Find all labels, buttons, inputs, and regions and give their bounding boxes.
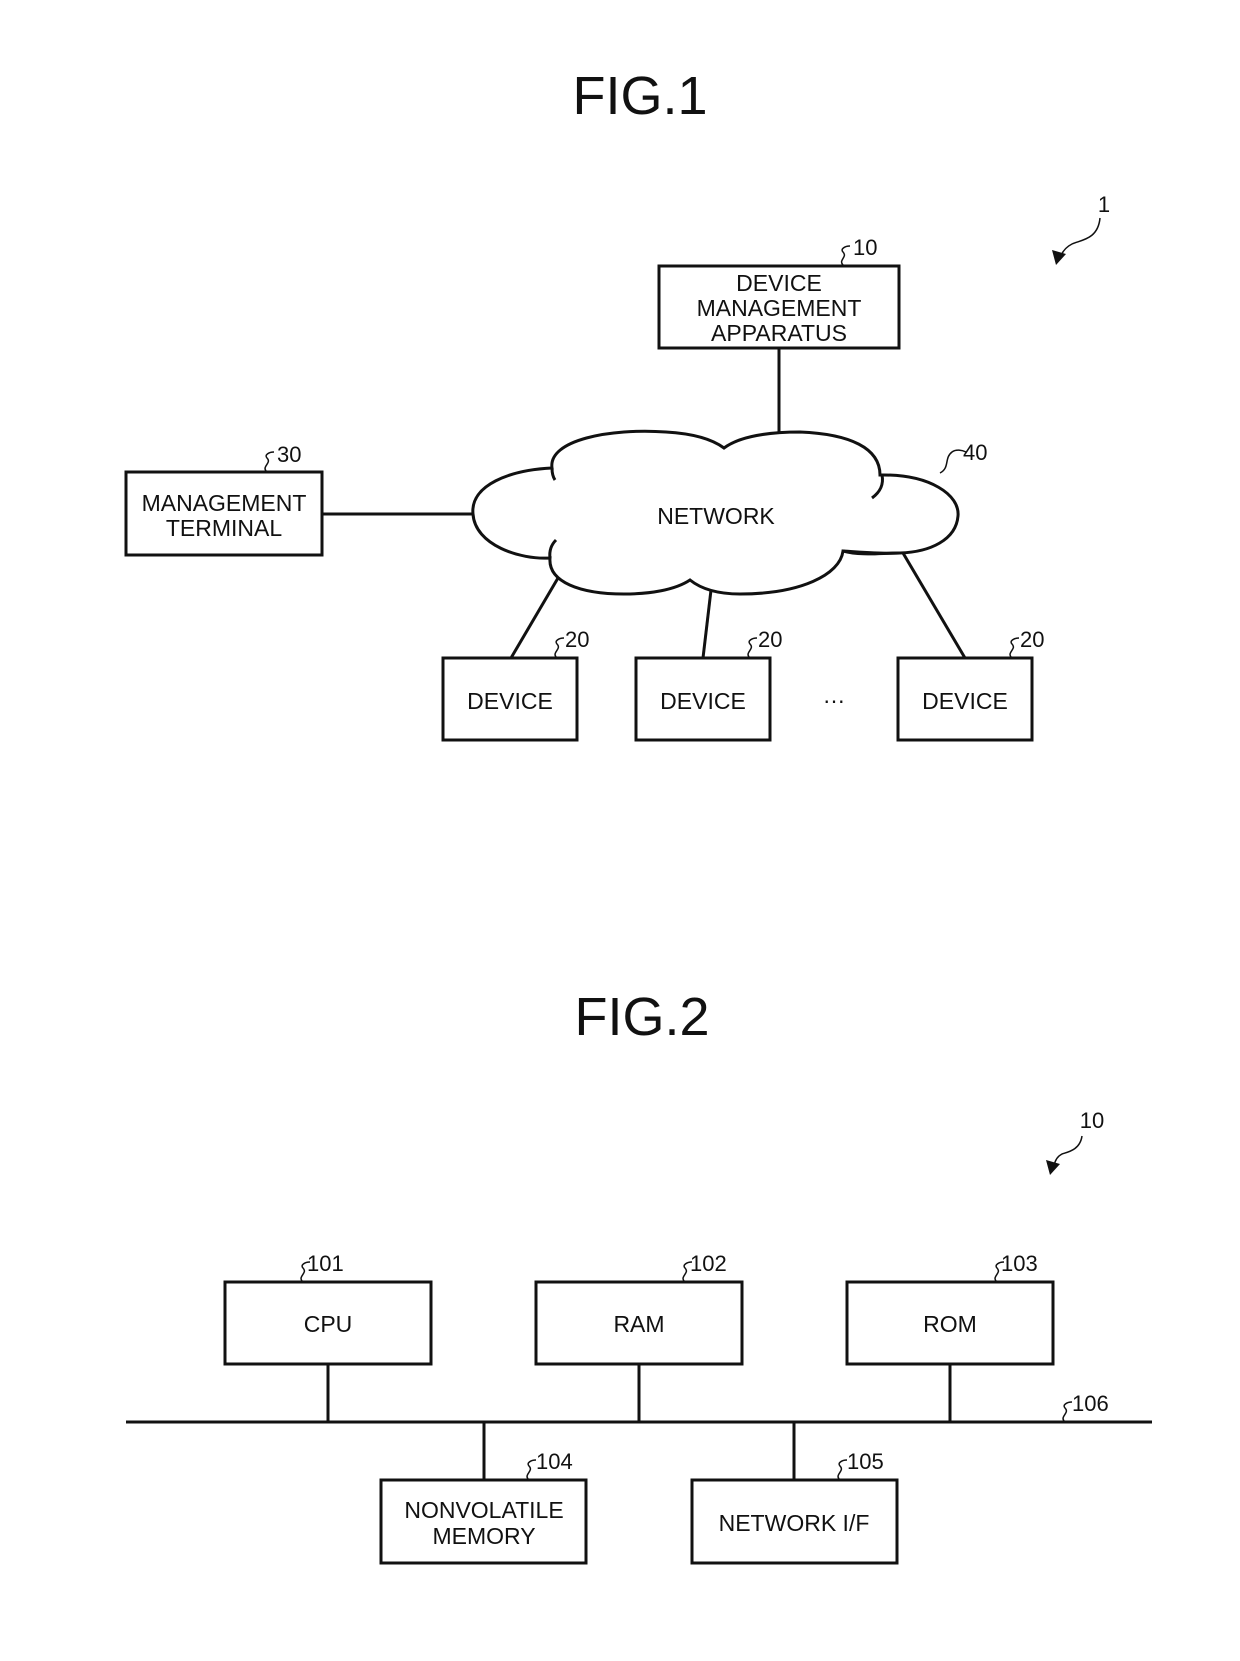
rom-block: ROM 103 bbox=[845, 1251, 1055, 1366]
network-device-link-3 bbox=[901, 552, 967, 659]
device-label: DEVICE bbox=[660, 688, 746, 714]
mt-leader-icon bbox=[264, 451, 275, 472]
figure-1: FIG.1 1 DEVICE MANAGEMENT APPARATUS 10 M… bbox=[124, 66, 1110, 742]
device-leader-icon bbox=[747, 637, 758, 658]
dma-label-line-3: APPARATUS bbox=[711, 320, 847, 346]
nvm-label-line-1: NONVOLATILE bbox=[404, 1497, 563, 1523]
device-label: DEVICE bbox=[467, 688, 553, 714]
network-label: NETWORK bbox=[657, 503, 775, 529]
cpu-label: CPU bbox=[304, 1311, 353, 1337]
arrowhead-icon bbox=[1046, 1160, 1060, 1175]
device-management-apparatus-block: DEVICE MANAGEMENT APPARATUS 10 bbox=[657, 235, 901, 350]
device-block-2: DEVICE 20 bbox=[634, 627, 782, 742]
device-ref: 20 bbox=[565, 627, 589, 652]
netif-label: NETWORK I/F bbox=[719, 1510, 870, 1536]
nvm-ref: 104 bbox=[536, 1449, 573, 1474]
dma-label-line-1: DEVICE bbox=[736, 270, 822, 296]
management-terminal-block: MANAGEMENT TERMINAL 30 bbox=[124, 442, 324, 557]
cpu-block: CPU 101 bbox=[223, 1251, 433, 1366]
netif-ref: 105 bbox=[847, 1449, 884, 1474]
bus-ref: 106 bbox=[1072, 1391, 1109, 1416]
apparatus-reference: 10 bbox=[1046, 1108, 1104, 1175]
device-ref: 20 bbox=[1020, 627, 1044, 652]
device-leader-icon bbox=[1009, 637, 1020, 658]
netif-leader-icon bbox=[837, 1459, 848, 1480]
apparatus-ref-arrow-icon bbox=[1053, 1135, 1083, 1167]
ram-label: RAM bbox=[613, 1311, 664, 1337]
mt-ref: 30 bbox=[277, 442, 301, 467]
system-reference: 1 bbox=[1052, 192, 1110, 265]
dma-leader-icon bbox=[840, 245, 851, 266]
ram-block: RAM 102 bbox=[534, 1251, 744, 1366]
mt-label-line-2: TERMINAL bbox=[166, 515, 283, 541]
figure-2: FIG.2 10 CPU 101 RAM 102 ROM 103 106 NON… bbox=[126, 987, 1152, 1565]
network-cloud-block: NETWORK 40 bbox=[471, 429, 987, 596]
arrowhead-icon bbox=[1052, 250, 1066, 265]
system-ref-arrow-icon bbox=[1059, 217, 1101, 259]
device-leader-icon bbox=[554, 637, 565, 658]
device-block-1: DEVICE 20 bbox=[441, 627, 589, 742]
dma-label-line-2: MANAGEMENT bbox=[697, 295, 862, 321]
apparatus-ref-label: 10 bbox=[1080, 1108, 1104, 1133]
network-device-link-2 bbox=[701, 589, 713, 659]
patent-drawing-sheet: FIG.1 1 DEVICE MANAGEMENT APPARATUS 10 M… bbox=[124, 66, 1152, 1565]
dma-ref: 10 bbox=[853, 235, 877, 260]
nvm-label-line-2: MEMORY bbox=[432, 1523, 535, 1549]
device-block-3: DEVICE 20 bbox=[896, 627, 1044, 742]
fig2-title: FIG.2 bbox=[574, 987, 709, 1047]
rom-ref: 103 bbox=[1001, 1251, 1038, 1276]
bus-leader-icon bbox=[1062, 1401, 1073, 1422]
device-label: DEVICE bbox=[922, 688, 1008, 714]
network-device-link-1 bbox=[509, 577, 560, 659]
fig1-title: FIG.1 bbox=[572, 66, 707, 126]
system-ref-label: 1 bbox=[1098, 192, 1110, 217]
rom-label: ROM bbox=[923, 1311, 977, 1337]
mt-label-line-1: MANAGEMENT bbox=[142, 490, 307, 516]
cpu-ref: 101 bbox=[307, 1251, 344, 1276]
device-ref: 20 bbox=[758, 627, 782, 652]
nvm-leader-icon bbox=[526, 1459, 537, 1480]
ram-ref: 102 bbox=[690, 1251, 727, 1276]
device-ellipsis: … bbox=[823, 682, 846, 708]
network-ref: 40 bbox=[963, 440, 987, 465]
